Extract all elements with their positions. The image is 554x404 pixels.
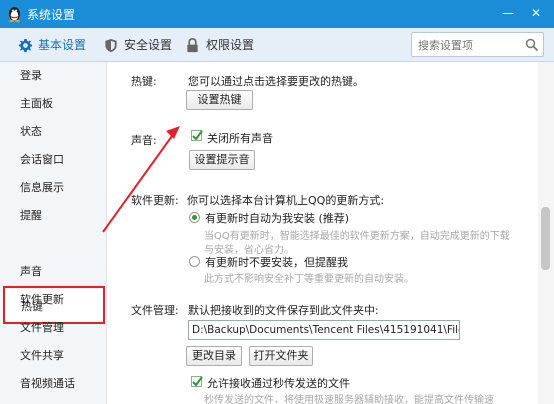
sidebar-item-av-call[interactable]: 音视频通话	[0, 371, 106, 397]
search-icon[interactable]	[525, 38, 539, 55]
fast-transfer-hint: 秒传发送的文件，将使用极速服务器辅助接收，能提高文件传输速	[204, 395, 494, 404]
sidebar-item-reminder[interactable]: 提醒	[0, 203, 106, 229]
qq-penguin-icon	[6, 5, 23, 22]
sidebar-item-status[interactable]: 状态	[0, 119, 106, 145]
minimize-button[interactable]: —	[496, 2, 520, 24]
hotkey-section-label: 热键:	[131, 75, 157, 88]
set-notification-sound-button[interactable]: 设置提示音	[189, 150, 255, 170]
manual-update-label: 有更新时不要安装，但提醒我	[205, 256, 348, 269]
hotkey-description: 您可以通过点击选择要更改的热键。	[188, 75, 364, 88]
file-section-label: 文件管理:	[131, 304, 179, 317]
scrollbar-thumb[interactable]	[541, 207, 550, 270]
window-title: 系统设置	[27, 8, 76, 22]
gear-icon	[18, 38, 33, 53]
set-hotkey-button[interactable]: 设置热键	[186, 90, 253, 110]
sidebar-item-main-panel[interactable]: 主面板	[0, 91, 106, 117]
auto-update-label: 有更新时自动为我安装 (推荐)	[205, 212, 350, 225]
file-description: 默认把接收到的文件保存到此文件夹中:	[188, 304, 379, 317]
sidebar-item-login[interactable]: 登录	[0, 63, 106, 89]
mute-all-checkbox[interactable]	[191, 130, 203, 141]
sound-section-label: 声音:	[131, 134, 157, 147]
sidebar-item-chat-window[interactable]: 会话窗口	[0, 147, 106, 173]
search-box[interactable]	[411, 32, 544, 57]
tab-permission-settings[interactable]: 权限设置	[186, 28, 266, 62]
update-section-label: 软件更新:	[131, 194, 179, 207]
manual-update-radio[interactable]	[189, 256, 200, 267]
mute-all-label: 关闭所有声音	[207, 132, 273, 145]
auto-update-radio[interactable]	[189, 212, 200, 223]
tab-basic-label: 基本设置	[38, 38, 87, 52]
sidebar-item-sound[interactable]: 声音	[0, 259, 106, 285]
title-bar: 系统设置 — ✕	[0, 0, 554, 28]
settings-sidebar: 登录 主面板 状态 会话窗口 信息展示 提醒 热键 声音 软件更新 文件管理 文…	[0, 62, 107, 404]
tab-permission-label: 权限设置	[206, 38, 255, 52]
sidebar-item-file-sharing[interactable]: 文件共享	[0, 343, 106, 369]
open-folder-button[interactable]: 打开文件夹	[249, 346, 313, 366]
change-directory-button[interactable]: 更改目录	[186, 346, 242, 366]
tab-security-label: 安全设置	[124, 38, 173, 52]
fast-transfer-checkbox[interactable]	[191, 376, 203, 387]
tab-security-settings[interactable]: 安全设置	[104, 28, 184, 62]
sidebar-item-file-management[interactable]: 文件管理	[0, 315, 106, 341]
tab-basic-settings[interactable]: 基本设置	[18, 28, 98, 62]
close-button[interactable]: ✕	[524, 2, 548, 24]
shield-icon	[105, 38, 117, 53]
update-description: 你可以选择本台计算机上QQ的更新方式:	[187, 194, 385, 207]
sidebar-item-software-update[interactable]: 软件更新	[0, 287, 106, 313]
fast-transfer-label: 允许接收通过秒传发送的文件	[207, 377, 350, 390]
sidebar-item-info-display[interactable]: 信息展示	[0, 175, 106, 201]
auto-update-hint-1: 当QQ有更新时，智能选择最佳的软件更新方案，自动完成更新的下载	[204, 231, 510, 242]
lock-icon	[187, 38, 198, 53]
settings-tab-bar: 基本设置 安全设置 权限设置	[0, 28, 554, 62]
manual-update-hint: 此方式不影响安全补丁等重要更新的自动安装。	[204, 274, 414, 285]
search-input[interactable]	[418, 37, 518, 53]
download-path-field[interactable]: D:\Backup\Documents\Tencent Files\415191…	[188, 320, 460, 340]
